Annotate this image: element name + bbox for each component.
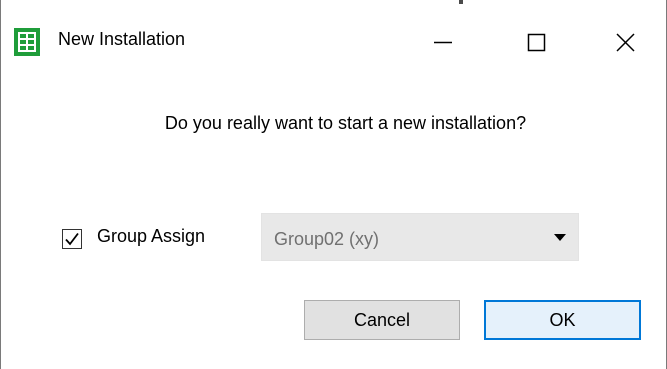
close-icon <box>616 33 635 52</box>
new-installation-dialog: New Installation Do you really want to s… <box>0 0 667 369</box>
group-assign-checkbox[interactable] <box>62 229 82 249</box>
maximize-button[interactable] <box>515 18 559 66</box>
maximize-icon <box>527 33 546 52</box>
dropdown-arrow-icon <box>554 234 566 241</box>
window-title: New Installation <box>58 29 186 49</box>
group-select-dropdown[interactable]: Group02 (xy) <box>261 213 579 261</box>
minimize-icon <box>434 41 452 44</box>
group-assign-label[interactable]: Group Assign <box>97 226 205 247</box>
group-select-value: Group02 (xy) <box>274 229 380 249</box>
grid-app-icon <box>14 28 40 56</box>
ok-button[interactable]: OK <box>484 300 641 340</box>
close-button[interactable] <box>603 18 647 66</box>
cancel-button[interactable]: Cancel <box>304 300 460 340</box>
confirmation-question: Do you really want to start a new instal… <box>164 113 527 133</box>
title-bar[interactable]: New Installation <box>0 0 667 82</box>
checkmark-icon <box>65 232 79 246</box>
minimize-button[interactable] <box>421 18 465 66</box>
